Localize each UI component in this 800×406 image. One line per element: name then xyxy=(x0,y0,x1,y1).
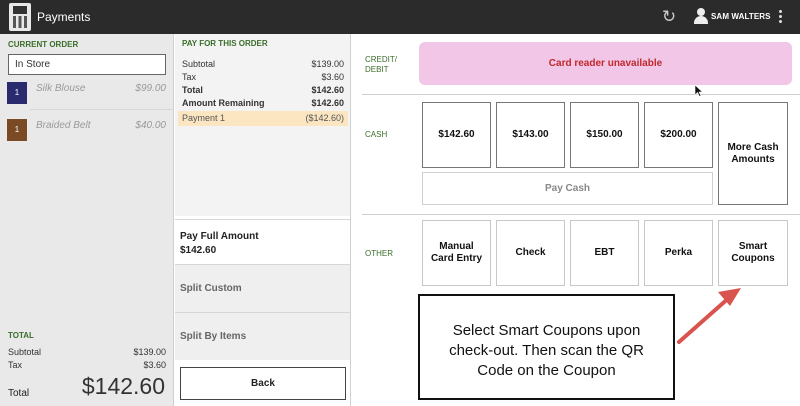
tax-label: Tax xyxy=(182,72,197,82)
other-label: OTHER xyxy=(365,249,393,258)
order-item[interactable]: 1 Braided Belt $40.00 xyxy=(0,116,174,144)
refresh-icon[interactable]: ↻ xyxy=(660,8,678,26)
mouse-cursor-icon xyxy=(695,85,703,97)
cash-amount-button[interactable]: $142.60 xyxy=(422,102,491,168)
callout-line: Select Smart Coupons upon xyxy=(452,322,641,339)
smart-coupons-button[interactable]: Smart Coupons xyxy=(718,220,788,286)
amount-remaining-row: Amount Remaining $142.60 xyxy=(182,98,344,110)
order-item[interactable]: 1 Silk Blouse $99.00 xyxy=(0,79,174,110)
total-row: Total $142.60 xyxy=(182,85,344,97)
current-order-label: CURRENT ORDER xyxy=(8,40,79,49)
item-price: $40.00 xyxy=(135,120,166,131)
cash-label: CASH xyxy=(365,130,388,139)
pay-full-amount-label: Pay Full Amount xyxy=(180,231,259,242)
tax-row: Tax $3.60 xyxy=(182,72,344,84)
amount-remaining-value: $142.60 xyxy=(311,98,344,108)
payment-label: Payment 1 xyxy=(182,113,226,123)
subtotal-row: Subtotal $139.00 xyxy=(182,59,344,71)
page-title: Payments xyxy=(37,10,91,24)
user-icon[interactable] xyxy=(694,8,708,24)
callout-line: check-out. Then scan the QR xyxy=(449,342,644,359)
item-qty-badge: 1 xyxy=(7,82,27,104)
back-button[interactable]: Back xyxy=(180,367,346,400)
subtotal-label: Subtotal xyxy=(182,59,216,69)
pay-full-amount-option[interactable]: Pay Full Amount $142.60 xyxy=(175,219,350,264)
amount-remaining-label: Amount Remaining xyxy=(182,98,265,108)
pay-for-order-panel: PAY FOR THIS ORDER Subtotal $139.00 Tax … xyxy=(175,34,351,406)
divider xyxy=(30,109,174,110)
tax-row: Tax $3.60 xyxy=(8,360,166,370)
check-button[interactable]: Check xyxy=(496,220,565,286)
subtotal-label: Subtotal xyxy=(8,347,42,357)
more-vert-icon[interactable] xyxy=(777,9,785,25)
current-order-panel: CURRENT ORDER 1 Silk Blouse $99.00 1 Bra… xyxy=(0,34,174,406)
item-qty-badge: 1 xyxy=(7,119,27,141)
tax-value: $3.60 xyxy=(143,360,166,370)
user-name[interactable]: SAM WALTERS xyxy=(711,12,771,21)
cash-amount-button[interactable]: $150.00 xyxy=(570,102,639,168)
ebt-button[interactable]: EBT xyxy=(570,220,639,286)
cash-amount-button[interactable]: $143.00 xyxy=(496,102,565,168)
cash-amount-button[interactable]: $200.00 xyxy=(644,102,713,168)
total-label: TOTAL xyxy=(8,331,34,340)
card-terminal-icon xyxy=(9,3,31,31)
pay-for-order-label: PAY FOR THIS ORDER xyxy=(182,39,268,48)
total-label: Total xyxy=(182,85,203,95)
top-bar: Payments ↻ SAM WALTERS xyxy=(0,0,800,34)
total-value: $142.60 xyxy=(311,85,344,95)
callout-line: Code on the Coupon xyxy=(477,362,616,379)
subtotal-value: $139.00 xyxy=(133,347,166,357)
item-name: Silk Blouse xyxy=(36,83,86,94)
total-value: $142.60 xyxy=(81,373,165,399)
subtotal-value: $139.00 xyxy=(311,59,344,69)
divider xyxy=(362,214,800,215)
manual-card-entry-button[interactable]: Manual Card Entry xyxy=(422,220,491,286)
subtotal-row: Subtotal $139.00 xyxy=(8,347,166,357)
tax-value: $3.60 xyxy=(321,72,344,82)
more-cash-amounts-button[interactable]: More Cash Amounts xyxy=(718,102,788,205)
split-by-items-option[interactable]: Split By Items xyxy=(175,312,350,360)
card-reader-status: Card reader unavailable xyxy=(419,42,792,85)
tax-label: Tax xyxy=(8,360,23,370)
divider xyxy=(362,94,800,95)
item-price: $99.00 xyxy=(135,83,166,94)
instruction-callout: Select Smart Coupons upon check-out. The… xyxy=(418,294,675,400)
total-label: Total xyxy=(8,388,30,399)
payment-value: ($142.60) xyxy=(305,113,344,123)
store-field[interactable] xyxy=(8,54,166,75)
item-name: Braided Belt xyxy=(36,120,91,131)
pay-cash-button[interactable]: Pay Cash xyxy=(422,172,713,205)
perka-button[interactable]: Perka xyxy=(644,220,713,286)
payment-row[interactable]: Payment 1 ($142.60) xyxy=(178,111,348,126)
pay-full-amount-value: $142.60 xyxy=(180,245,217,256)
split-custom-option[interactable]: Split Custom xyxy=(175,264,350,312)
credit-debit-label: CREDIT/ DEBIT xyxy=(365,55,397,74)
